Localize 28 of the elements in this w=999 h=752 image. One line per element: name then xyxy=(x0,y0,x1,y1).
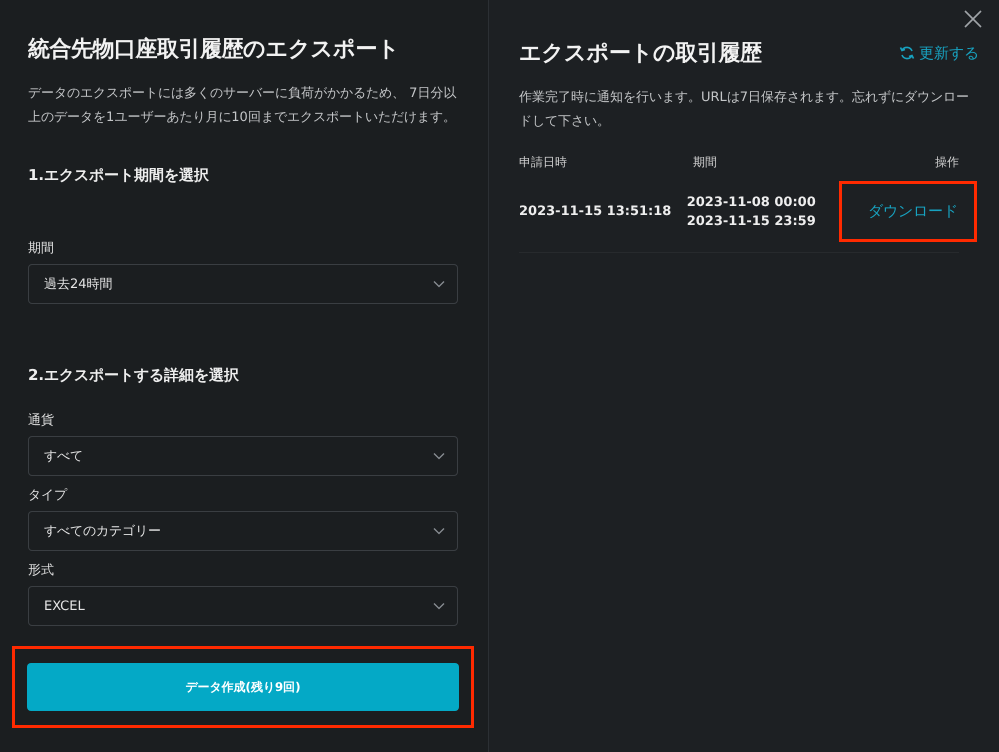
form-title: 統合先物口座取引履歴のエクスポート xyxy=(28,36,400,64)
column-header: 申請日時 xyxy=(519,154,568,171)
close-icon[interactable] xyxy=(964,10,982,28)
history-title: エクスポートの取引履歴 xyxy=(519,40,762,68)
field-label: 形式 xyxy=(28,562,54,579)
dropdown-field[interactable]: EXCEL xyxy=(28,586,458,626)
dropdown-field[interactable]: 過去24時間 xyxy=(28,264,458,304)
chevron-icon xyxy=(433,527,445,535)
column-header: 操作 xyxy=(934,154,959,171)
download-link[interactable]: ダウンロード xyxy=(868,202,958,221)
field-label: 期間 xyxy=(28,240,54,257)
chevron-icon xyxy=(433,452,445,460)
description-text: データのエクスポートには多くのサーバーに負荷がかかるため、 7日分以上のデータを1ユーザーあたり月に10回までエクスポートいただけます。 xyxy=(28,85,458,127)
table-cell-text: 2023-11-15 13:51:18 xyxy=(519,204,672,219)
chevron-icon xyxy=(433,280,445,288)
column-header: 期間 xyxy=(693,154,718,171)
dropdown-field[interactable]: すべて xyxy=(28,436,458,476)
field-label: 通貨 xyxy=(28,412,54,429)
table-cell-text: 2023-11-15 23:59 xyxy=(686,214,817,228)
table-cell-text: 2023-11-08 00:00 xyxy=(686,194,817,210)
refresh-icon xyxy=(899,45,915,61)
dropdown-field[interactable]: すべてのカテゴリー xyxy=(28,511,458,551)
chevron-icon xyxy=(433,602,445,610)
field-label: タイプ xyxy=(28,487,67,504)
refresh-link[interactable]: 更新する xyxy=(899,44,979,62)
note-text: 作業完了時に通知を行います。URLは7日保存されます。忘れずにダウンロードして下さい。 xyxy=(519,89,970,131)
section-heading: 2.エクスポートする詳細を選択 xyxy=(28,366,240,385)
section-heading: 1.エクスポート期間を選択 xyxy=(28,166,210,185)
